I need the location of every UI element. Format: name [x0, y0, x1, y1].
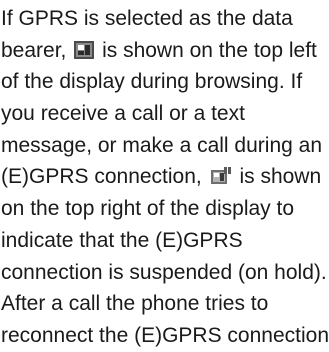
text-line: you receive a call or a text: [1, 102, 245, 126]
text-line: If GPRS is selected as the data: [1, 7, 293, 30]
gprs-suspended-icon: [209, 166, 233, 186]
text-line: message, or make a call during an: [1, 133, 322, 157]
text-line: connection is suspended (on hold).: [1, 260, 327, 284]
text-line: indicate that the (E)GPRS: [1, 228, 243, 252]
text-fragment: is shown on the top left: [102, 38, 317, 62]
text-line: of the display during browsing. If: [1, 70, 303, 94]
document-text: If GPRS is selected as the data bearer, …: [1, 3, 329, 352]
text-fragment: (E)GPRS connection,: [1, 165, 202, 189]
text-fragment: bearer,: [1, 38, 67, 62]
gprs-active-icon: [73, 40, 95, 60]
text-line: bearer, is shown on the top left: [1, 35, 329, 67]
text-fragment: is shown: [239, 165, 322, 189]
text-line: After a call the phone tries to: [1, 292, 269, 316]
text-line: on the top right of the display to: [1, 197, 295, 221]
text-line: (E)GPRS connection, is shown: [1, 161, 329, 193]
text-line: reconnect the (E)GPRS connection.: [1, 323, 329, 347]
